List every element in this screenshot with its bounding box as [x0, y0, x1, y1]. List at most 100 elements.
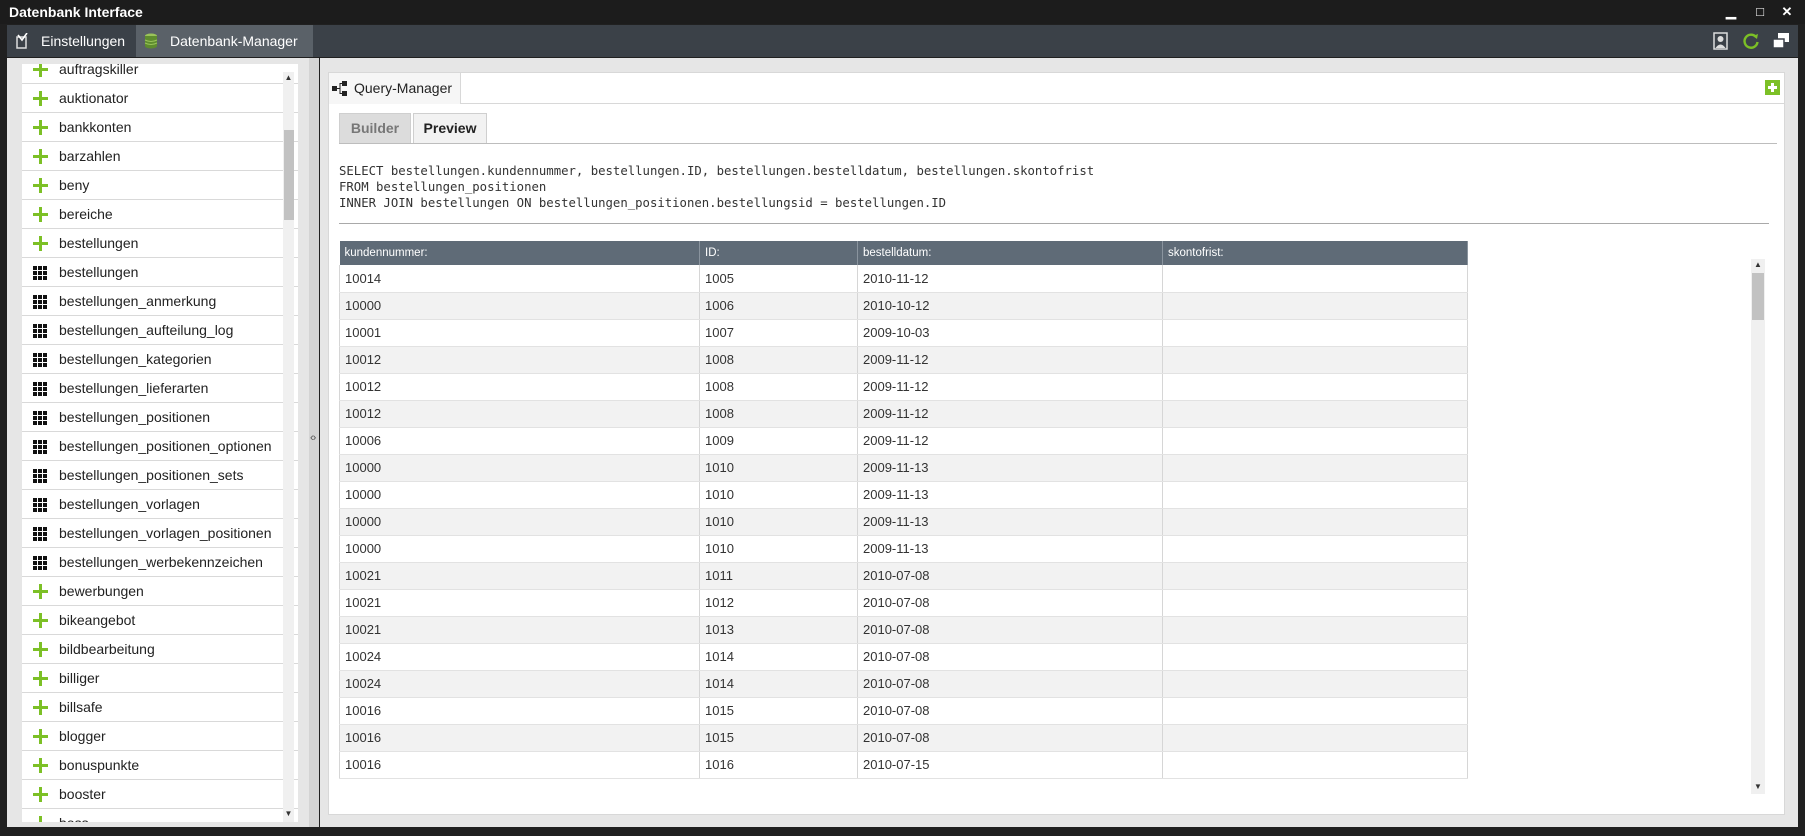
maximize-icon[interactable]: □	[1751, 3, 1769, 21]
table-grid-icon	[33, 382, 47, 396]
sidebar-item[interactable]: booster	[22, 780, 298, 809]
table-cell: 1008	[699, 373, 858, 401]
sidebar-scrollbar[interactable]: ▲ ▼	[283, 72, 294, 822]
sidebar-item-label: auktionator	[59, 90, 129, 106]
table-row[interactable]: 10016 1016 2010-07-15	[339, 751, 1468, 779]
table-cell	[1162, 454, 1468, 482]
table-row[interactable]: 10021 1013 2010-07-08	[339, 616, 1468, 644]
table-row[interactable]: 10000 1010 2009-11-13	[339, 535, 1468, 563]
sidebar-item[interactable]: bikeangebot	[22, 606, 298, 635]
column-header[interactable]: skontofrist:	[1162, 241, 1468, 265]
table-cell: 2010-10-12	[857, 292, 1163, 320]
scrollbar-thumb[interactable]	[284, 130, 294, 220]
table-row[interactable]: 10000 1010 2009-11-13	[339, 508, 1468, 536]
minimize-icon[interactable]: ▁	[1722, 3, 1740, 21]
sidebar-item[interactable]: bestellungen_kategorien	[22, 345, 298, 374]
sidebar-item[interactable]: bestellungen_vorlagen_positionen	[22, 519, 298, 548]
table-cell: 2009-11-12	[857, 400, 1163, 428]
sidebar-item[interactable]: bestellungen_werbekennzeichen	[22, 548, 298, 577]
tab-preview[interactable]: Preview	[413, 113, 487, 144]
plus-icon	[33, 120, 48, 135]
user-icon[interactable]	[1712, 32, 1730, 50]
plus-icon	[33, 642, 48, 657]
sidebar-item[interactable]: bestellungen	[22, 229, 298, 258]
query-tree-icon	[332, 81, 347, 96]
table-row[interactable]: 10021 1011 2010-07-08	[339, 562, 1468, 590]
table-list-box: auftragskiller auktionator bankkonten barza…	[22, 64, 298, 822]
results-table: kundennummer: ID: bestelldatum: skontofrist…	[339, 241, 1468, 779]
table-row[interactable]: 10016 1015 2010-07-08	[339, 697, 1468, 725]
sidebar-item[interactable]: barzahlen	[22, 142, 298, 171]
scroll-down-arrow-icon[interactable]: ▼	[1751, 781, 1765, 793]
sidebar-item[interactable]: bewerbungen	[22, 577, 298, 606]
table-row[interactable]: 10024 1014 2010-07-08	[339, 670, 1468, 698]
results-scrollbar[interactable]: ▲ ▼	[1751, 259, 1765, 794]
sidebar-item[interactable]: bereiche	[22, 200, 298, 229]
panel-splitter[interactable]: ‹›	[309, 58, 319, 827]
table-row[interactable]: 10024 1014 2010-07-08	[339, 643, 1468, 671]
add-query-button[interactable]	[1765, 80, 1780, 95]
sidebar-item[interactable]: bestellungen_positionen_optionen	[22, 432, 298, 461]
table-cell: 10012	[339, 346, 700, 374]
sidebar-item[interactable]: bonuspunkte	[22, 751, 298, 780]
scroll-up-arrow-icon[interactable]: ▲	[1751, 259, 1765, 271]
table-row[interactable]: 10006 1009 2009-11-12	[339, 427, 1468, 455]
scroll-down-arrow-icon[interactable]: ▼	[283, 808, 294, 820]
table-row[interactable]: 10021 1012 2010-07-08	[339, 589, 1468, 617]
column-header[interactable]: ID:	[699, 241, 858, 265]
sidebar-item[interactable]: billiger	[22, 664, 298, 693]
table-row[interactable]: 10012 1008 2009-11-12	[339, 373, 1468, 401]
sidebar-item-label: beny	[59, 177, 90, 193]
sidebar-item[interactable]: bestellungen_aufteilung_log	[22, 316, 298, 345]
table-row[interactable]: 10000 1010 2009-11-13	[339, 454, 1468, 482]
sidebar-item-label: bestellungen_werbekennzeichen	[59, 554, 263, 570]
window-switch-icon[interactable]	[1772, 32, 1790, 50]
table-cell: 10000	[339, 454, 700, 482]
table-cell: 10014	[339, 265, 700, 293]
sidebar-item[interactable]: auftragskiller	[22, 64, 298, 84]
table-row[interactable]: 10012 1008 2009-11-12	[339, 346, 1468, 374]
sidebar-item-label: billsafe	[59, 699, 103, 715]
close-icon[interactable]: ✕	[1778, 3, 1796, 21]
table-row[interactable]: 10001 1007 2009-10-03	[339, 319, 1468, 347]
column-header[interactable]: kundennummer:	[339, 241, 700, 265]
sidebar-item[interactable]: bestellungen_lieferarten	[22, 374, 298, 403]
table-cell: 1012	[699, 589, 858, 617]
window-title: Datenbank Interface	[9, 4, 143, 20]
table-cell: 10000	[339, 535, 700, 563]
sidebar-item[interactable]: beny	[22, 171, 298, 200]
refresh-icon[interactable]	[1742, 32, 1760, 50]
app-window: Datenbank Interface ▁ □ ✕ Einstellungen …	[0, 0, 1805, 836]
table-row[interactable]: 10012 1008 2009-11-12	[339, 400, 1468, 428]
sidebar-item-label: boss	[59, 815, 89, 822]
table-row[interactable]: 10000 1006 2010-10-12	[339, 292, 1468, 320]
table-cell: 1008	[699, 346, 858, 374]
tab-datenbank-manager[interactable]: Datenbank-Manager	[136, 25, 313, 57]
table-row[interactable]: 10000 1010 2009-11-13	[339, 481, 1468, 509]
sidebar-item[interactable]: bestellungen_vorlagen	[22, 490, 298, 519]
table-list: auftragskiller auktionator bankkonten barza…	[22, 64, 298, 822]
table-row[interactable]: 10016 1015 2010-07-08	[339, 724, 1468, 752]
sidebar-item[interactable]: bestellungen_positionen_sets	[22, 461, 298, 490]
sidebar-item[interactable]: bildbearbeitung	[22, 635, 298, 664]
sidebar-item[interactable]: boss	[22, 809, 298, 822]
scroll-up-arrow-icon[interactable]: ▲	[283, 72, 294, 84]
table-cell	[1162, 751, 1468, 779]
sidebar-item[interactable]: billsafe	[22, 693, 298, 722]
tab-einstellungen[interactable]: Einstellungen	[7, 25, 135, 57]
sidebar-item[interactable]: bankkonten	[22, 113, 298, 142]
table-cell: 2009-11-12	[857, 346, 1163, 374]
table-grid-icon	[33, 469, 47, 483]
table-grid-icon	[33, 324, 47, 338]
query-manager-tab[interactable]: Query-Manager	[329, 73, 461, 104]
sidebar-item[interactable]: bestellungen_anmerkung	[22, 287, 298, 316]
scrollbar-thumb[interactable]	[1752, 273, 1764, 320]
sidebar-item[interactable]: auktionator	[22, 84, 298, 113]
sidebar-item[interactable]: bestellungen_positionen	[22, 403, 298, 432]
column-header[interactable]: bestelldatum:	[857, 241, 1163, 265]
sidebar-item[interactable]: bestellungen	[22, 258, 298, 287]
tab-builder[interactable]: Builder	[339, 113, 411, 144]
table-row[interactable]: 10014 1005 2010-11-12	[339, 265, 1468, 293]
table-cell	[1162, 589, 1468, 617]
sidebar-item[interactable]: blogger	[22, 722, 298, 751]
